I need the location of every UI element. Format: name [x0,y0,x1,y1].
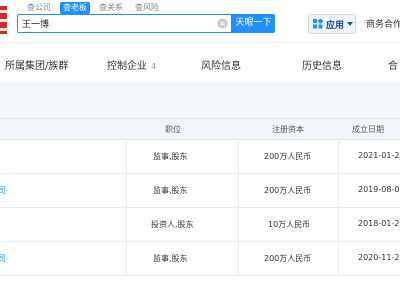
cell-capital: 200万人民币 [238,242,338,276]
page: 查公司 查老板 查关系 查风险 天眼一下 应用 商务合作 [0,0,400,300]
column-header-date: 成立日期 [352,125,384,134]
caret-down-icon [347,22,354,26]
company-name-link[interactable]: 司 [0,185,6,196]
date-text: 2020-11-2 [358,253,400,262]
section-gap [0,82,400,118]
table-row[interactable]: 投资人,股东 10万人民币 2018-01-2 [0,208,400,242]
column-header-position: 职位 [165,125,181,134]
tab-history-info[interactable]: 历史信息 [302,57,342,72]
cell-position: 监事,股东 [126,242,238,276]
cell-date: 2021-01-2 [338,140,400,174]
search-button[interactable]: 天眼一下 [232,14,275,33]
capital-text: 10万人民币 [268,220,311,229]
search-type-tabs: 查公司 查老板 查关系 查风险 [24,2,168,14]
search-tab-boss[interactable]: 查老板 [60,2,90,14]
cell-date: 2020-11-2 [338,242,400,276]
tab-partial[interactable]: 合 [388,57,398,72]
table-row[interactable]: 司 监事,股东 200万人民币 2019-08-0 [0,174,400,208]
search-tab-risk[interactable]: 查风险 [132,2,162,14]
column-header-capital: 注册资本 [272,125,304,134]
cell-capital: 10万人民币 [238,208,338,242]
search-tab-relation[interactable]: 查关系 [96,2,126,14]
cell-date: 2019-08-0 [338,174,400,208]
table-header: 职位 注册资本 成立日期 [0,118,400,140]
clear-circle-icon[interactable] [217,18,228,29]
position-text: 监事,股东 [153,186,188,195]
tab-label: 历史信息 [302,61,342,72]
date-text: 2018-01-2 [358,219,400,228]
tab-risk-info[interactable]: 风险信息 [201,57,241,72]
company-name-link[interactable]: 司 [0,253,6,264]
cell-position: 监事,股东 [126,140,238,174]
apps-label: 应用 [326,20,345,31]
search-box [17,14,232,33]
table-row[interactable]: 监事,股东 200万人民币 2021-01-2 [0,140,400,174]
tab-label: 风险信息 [201,61,241,72]
brand-logo[interactable] [0,6,7,34]
apps-button[interactable]: 应用 [308,14,356,34]
capital-text: 200万人民币 [264,152,312,161]
cell-position: 监事,股东 [126,174,238,208]
tab-group[interactable]: 所属集团/族群 [5,57,68,72]
tab-count-badge: 4 [151,62,157,71]
dimension-tabs: 所属集团/族群 控制企业 4 风险信息 历史信息 合 [0,42,400,82]
search-tab-company[interactable]: 查公司 [24,2,54,14]
cell-capital: 200万人民币 [238,174,338,208]
cell-capital: 200万人民币 [238,140,338,174]
tab-label: 控制企业 [107,61,147,72]
search-input[interactable] [22,16,212,31]
position-text: 监事,股东 [153,152,188,161]
cell-position: 投资人,股东 [126,208,238,242]
tab-label: 合 [388,61,398,72]
position-text: 监事,股东 [153,254,188,263]
grid-apps-icon [313,19,323,29]
tab-controlled-companies[interactable]: 控制企业 4 [107,57,156,72]
date-text: 2021-01-2 [358,151,400,160]
top-header: 查公司 查老板 查关系 查风险 天眼一下 应用 商务合作 [0,0,400,42]
table-row[interactable]: 司 监事,股东 200万人民币 2020-11-2 [0,242,400,276]
business-cooperation-link[interactable]: 商务合作 [366,17,400,30]
capital-text: 200万人民币 [264,186,312,195]
capital-text: 200万人民币 [264,254,312,263]
tab-label: 所属集团/族群 [5,61,69,72]
cell-date: 2018-01-2 [338,208,400,242]
position-text: 投资人,股东 [151,220,194,229]
date-text: 2019-08-0 [358,185,400,194]
